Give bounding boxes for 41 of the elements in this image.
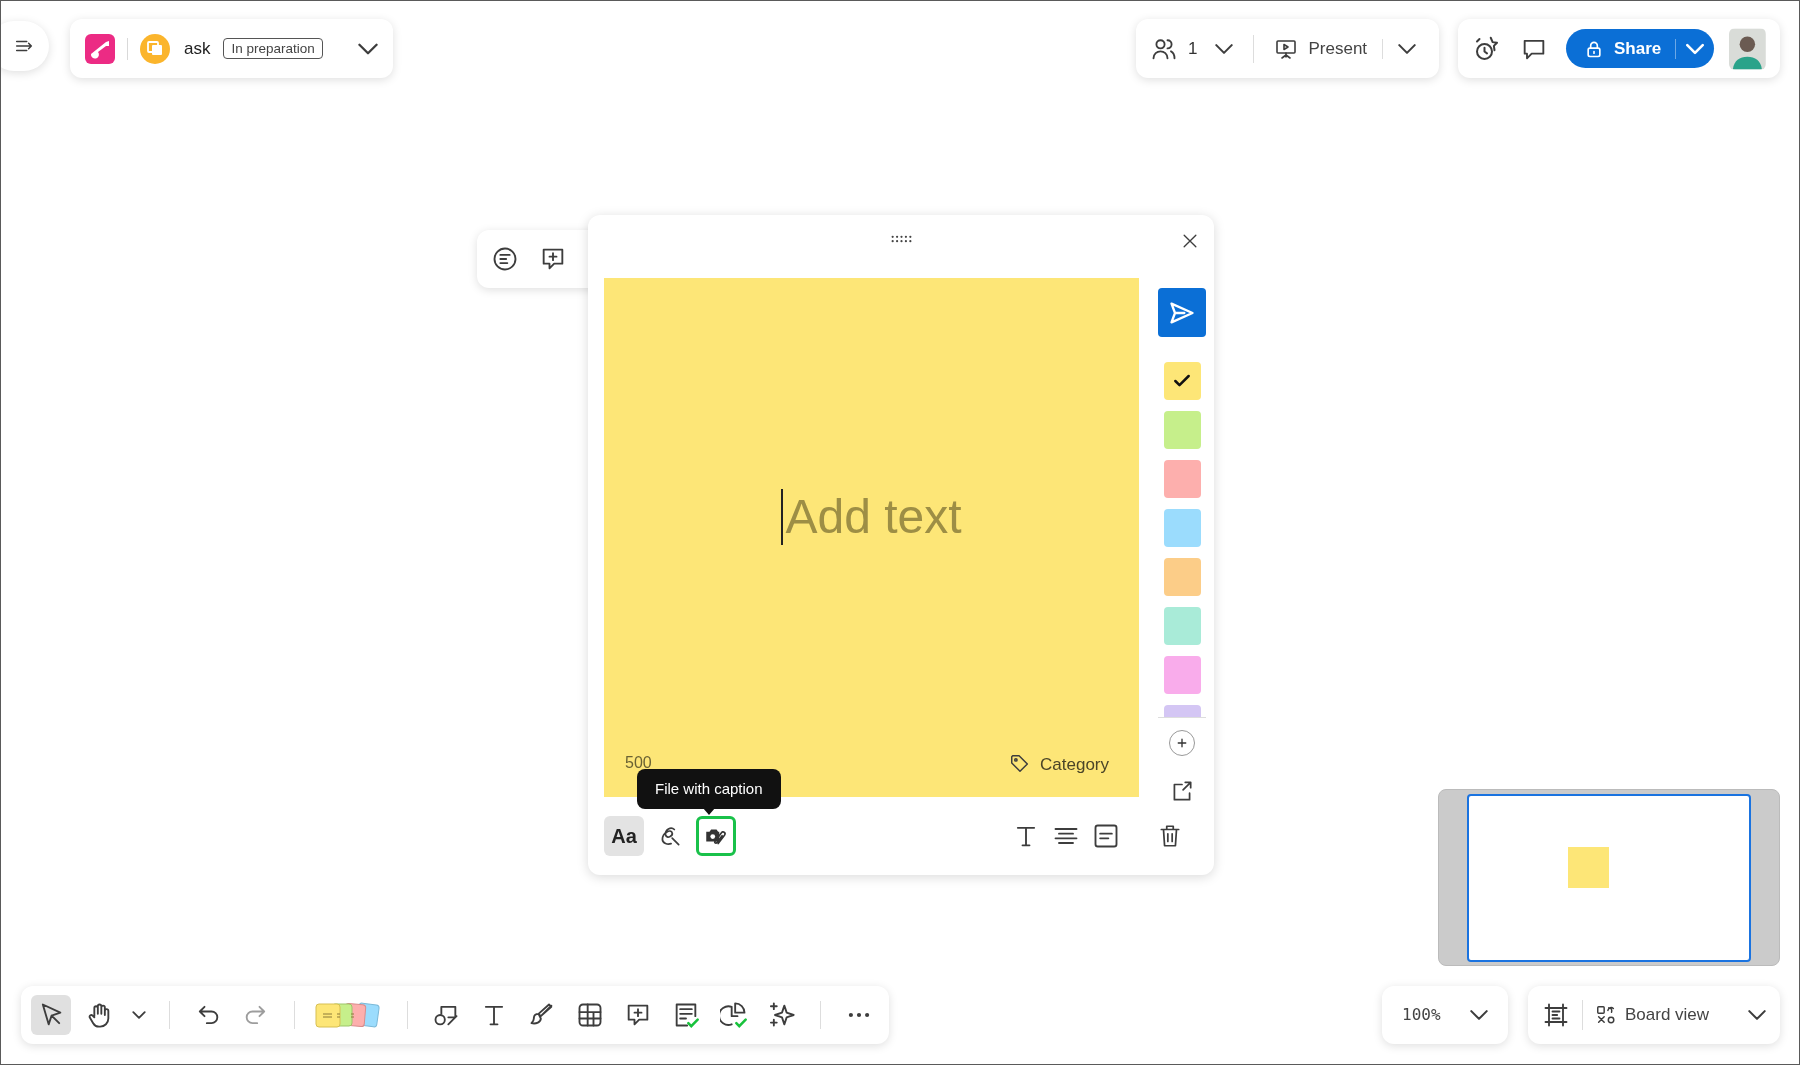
minimap-note <box>1568 847 1609 888</box>
font-button[interactable]: Aa <box>604 816 644 856</box>
board-name[interactable]: ask <box>184 35 211 62</box>
sidebar-toggle-button[interactable] <box>1 21 49 71</box>
text-cursor <box>781 488 784 545</box>
frames-button[interactable] <box>1542 1001 1570 1029</box>
card-icon <box>1092 822 1120 850</box>
chevron-down-icon <box>132 1011 146 1019</box>
color-swatch[interactable] <box>1163 656 1201 694</box>
more-icon <box>848 1012 870 1018</box>
present-button[interactable]: Present <box>1274 35 1368 62</box>
board-view-icon <box>1595 1004 1617 1026</box>
board-icon <box>140 33 170 64</box>
viewport-frame[interactable] <box>1467 794 1751 962</box>
app-logo-icon[interactable] <box>85 33 115 64</box>
list-circle-icon <box>491 245 519 273</box>
board-view-button[interactable]: Board view <box>1595 1002 1766 1028</box>
color-swatch[interactable] <box>1163 509 1201 547</box>
table-icon <box>576 1001 604 1029</box>
color-swatch[interactable] <box>1163 558 1201 596</box>
minimap[interactable] <box>1438 789 1780 966</box>
drag-handle-icon <box>890 235 912 243</box>
select-tool-button[interactable] <box>31 995 71 1035</box>
send-button[interactable] <box>1158 288 1206 337</box>
sparkle-icon <box>768 1001 796 1029</box>
color-swatch[interactable] <box>1163 607 1201 645</box>
participants-button[interactable]: 1 <box>1150 34 1234 63</box>
pie-chart-check-icon <box>720 1001 748 1029</box>
category-button[interactable]: Category <box>1009 751 1109 777</box>
color-swatch[interactable] <box>1163 411 1201 449</box>
zoom-button[interactable]: 100% <box>1382 986 1508 1044</box>
tooltip-arrow <box>702 808 715 815</box>
trash-icon <box>1157 823 1183 849</box>
share-button[interactable]: Share <box>1566 29 1676 68</box>
frame-icon <box>1542 1001 1570 1029</box>
summary-button[interactable] <box>491 245 519 273</box>
status-badge[interactable]: In preparation <box>223 38 323 59</box>
file-button[interactable] <box>696 816 736 856</box>
color-swatch[interactable] <box>1163 460 1201 498</box>
avatar[interactable] <box>1729 27 1766 70</box>
color-swatch[interactable] <box>1163 362 1201 400</box>
